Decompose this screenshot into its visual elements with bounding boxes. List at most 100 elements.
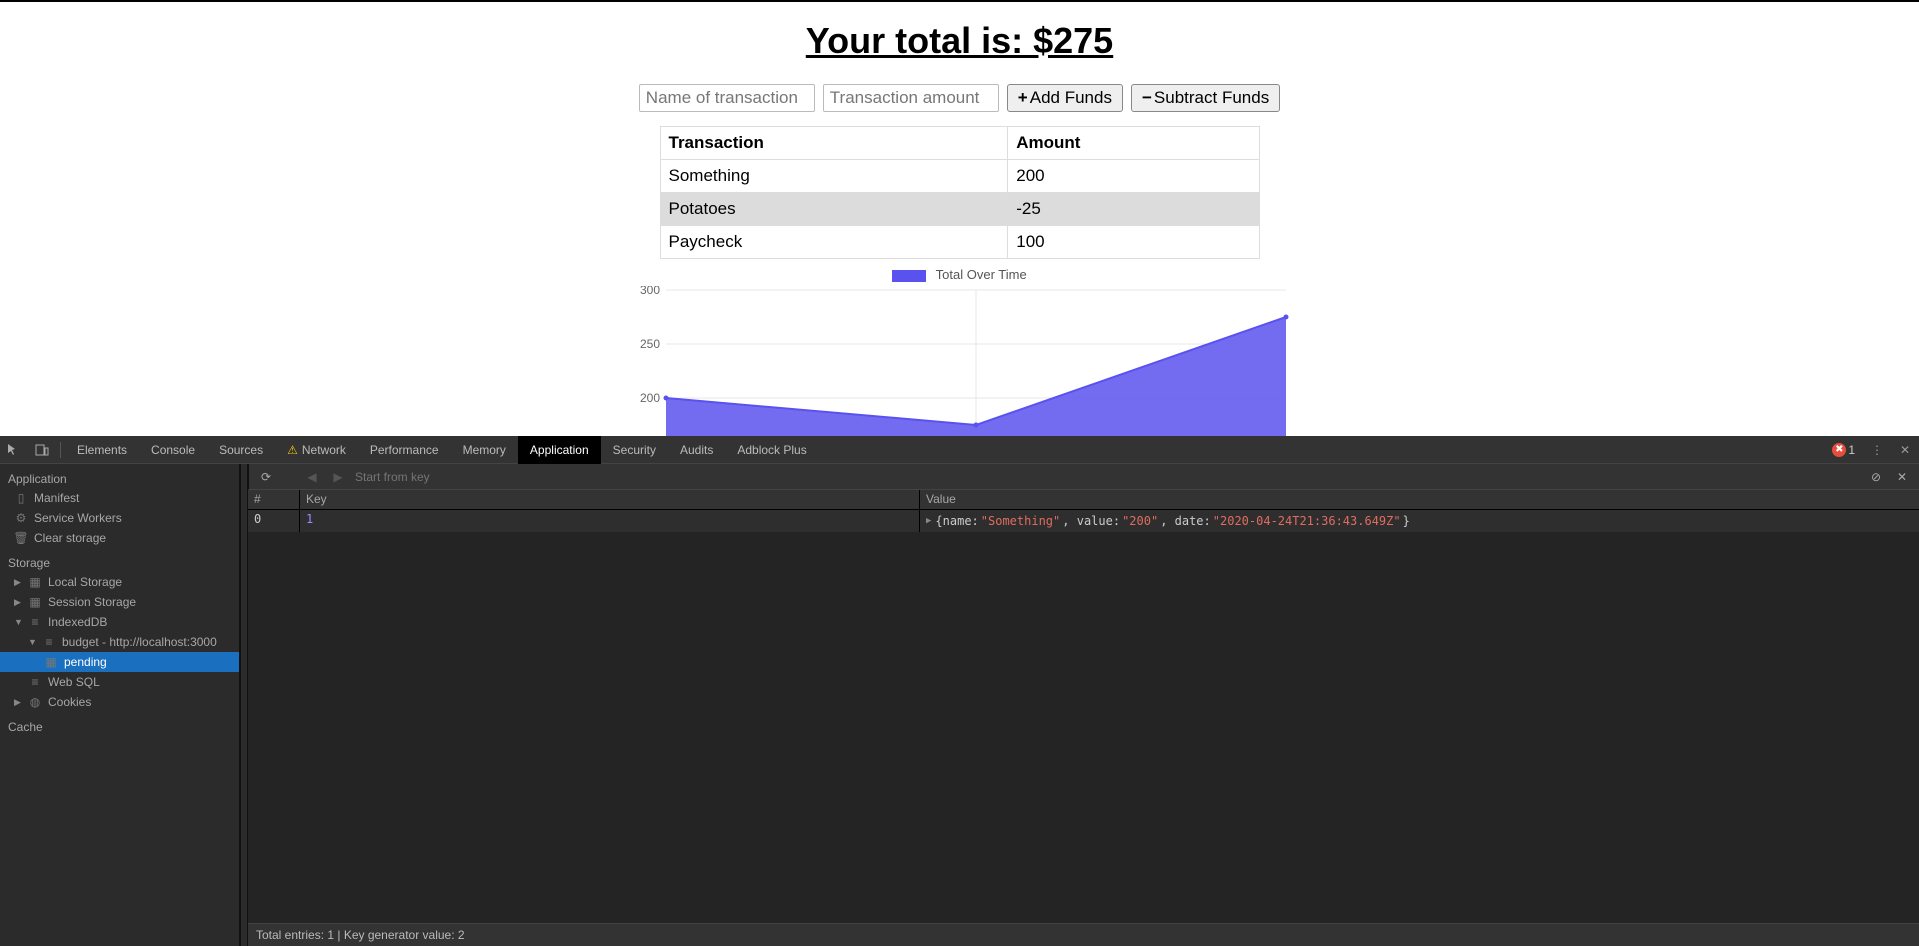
add-funds-button[interactable]: + Add Funds: [1007, 84, 1123, 112]
tab-application[interactable]: Application: [518, 436, 601, 464]
grid-icon: ▦: [28, 575, 42, 589]
sidebar-item-budget-db[interactable]: ▼ ≡ budget - http://localhost:3000: [0, 632, 239, 652]
idb-header: # Key Value: [248, 490, 1919, 510]
transaction-name-input[interactable]: [639, 84, 815, 112]
gear-icon: ⚙: [14, 511, 28, 525]
refresh-icon[interactable]: ⟳: [257, 470, 275, 484]
tx-name: Paycheck: [660, 226, 1008, 259]
devtools: ElementsConsoleSourcesNetworkPerformance…: [0, 436, 1919, 946]
label: Manifest: [34, 491, 79, 505]
label: Clear storage: [34, 531, 106, 545]
delete-icon[interactable]: ✕: [1893, 470, 1911, 484]
sidebar-item-websql[interactable]: ≡ Web SQL: [0, 672, 239, 692]
clear-icon[interactable]: ⊘: [1867, 470, 1885, 484]
table-row: Paycheck 100: [660, 226, 1259, 259]
kebab-icon[interactable]: ⋮: [1863, 436, 1891, 464]
chevron-down-icon: ▼: [28, 637, 36, 647]
label: Session Storage: [48, 595, 136, 609]
col-index[interactable]: #: [248, 490, 300, 509]
tab-elements[interactable]: Elements: [65, 436, 139, 464]
cell-index: 0: [248, 510, 300, 532]
sidebar-item-service-workers[interactable]: ⚙ Service Workers: [0, 508, 239, 528]
add-funds-label: Add Funds: [1030, 88, 1112, 108]
sidebar-item-cookies[interactable]: ▶ ◍ Cookies: [0, 692, 239, 712]
transaction-amount-input[interactable]: [823, 84, 999, 112]
cell-key: 1: [300, 510, 920, 532]
next-page-icon[interactable]: ▶: [329, 470, 347, 484]
tab-sources[interactable]: Sources: [207, 436, 275, 464]
chevron-right-icon: ▶: [14, 697, 22, 708]
close-icon[interactable]: ✕: [1891, 436, 1919, 464]
plus-icon: +: [1018, 88, 1028, 108]
application-sidebar: Application ▯ Manifest ⚙ Service Workers…: [0, 464, 240, 946]
tab-console[interactable]: Console: [139, 436, 207, 464]
devtools-tabs: ElementsConsoleSourcesNetworkPerformance…: [0, 436, 1919, 464]
sidebar-item-clear-storage[interactable]: 🗑 Clear storage: [0, 528, 239, 548]
sidebar-item-indexeddb[interactable]: ▼ ≡ IndexedDB: [0, 612, 239, 632]
sidebar-item-local-storage[interactable]: ▶ ▦ Local Storage: [0, 572, 239, 592]
legend-swatch: [892, 270, 926, 282]
table-row: Potatoes -25: [660, 193, 1259, 226]
chevron-right-icon: ▶: [926, 516, 931, 526]
svg-text:200: 200: [639, 391, 659, 405]
tx-amount: 100: [1008, 226, 1259, 259]
svg-text:250: 250: [639, 337, 659, 351]
label: IndexedDB: [48, 615, 107, 629]
start-from-key-input[interactable]: [355, 470, 1859, 484]
minus-icon: −: [1142, 88, 1152, 108]
label: budget - http://localhost:3000: [62, 635, 217, 649]
database-icon: ≡: [28, 675, 42, 689]
transaction-form: + Add Funds − Subtract Funds: [0, 84, 1919, 112]
inspect-icon[interactable]: [0, 436, 28, 464]
tab-performance[interactable]: Performance: [358, 436, 451, 464]
database-icon: ≡: [28, 615, 42, 629]
grid-icon: ▦: [28, 595, 42, 609]
chart-canvas: 200 250 300: [630, 286, 1290, 436]
sidebar-item-manifest[interactable]: ▯ Manifest: [0, 488, 239, 508]
table-row: Something 200: [660, 160, 1259, 193]
sidebar-resize-handle[interactable]: [240, 464, 248, 946]
section-cache: Cache: [0, 712, 239, 736]
label: Local Storage: [48, 575, 122, 589]
legend-label: Total Over Time: [936, 267, 1027, 282]
chevron-down-icon: ▼: [14, 617, 22, 627]
tab-memory[interactable]: Memory: [451, 436, 518, 464]
chevron-right-icon: ▶: [14, 577, 22, 588]
trash-icon: 🗑: [14, 531, 28, 545]
total-heading: Your total is: $275: [0, 20, 1919, 62]
idb-panel: ⟳ ◀ ▶ ⊘ ✕ # Key Value 0 1 ▶ {name: "Some…: [248, 464, 1919, 946]
col-transaction: Transaction: [660, 127, 1008, 160]
cookie-icon: ◍: [28, 695, 42, 709]
prev-page-icon[interactable]: ◀: [303, 470, 321, 484]
subtract-funds-label: Subtract Funds: [1154, 88, 1269, 108]
section-storage: Storage: [0, 548, 239, 572]
label: Web SQL: [48, 675, 100, 689]
col-value[interactable]: Value: [920, 490, 1919, 509]
sidebar-item-pending[interactable]: ▦ pending: [0, 652, 239, 672]
section-application: Application: [0, 464, 239, 488]
idb-row[interactable]: 0 1 ▶ {name: "Something" , value: "200" …: [248, 510, 1919, 532]
tab-network[interactable]: Network: [275, 436, 358, 464]
grid-icon: ▦: [44, 655, 58, 669]
error-badge[interactable]: ✖: [1832, 443, 1846, 457]
label: Service Workers: [34, 511, 122, 525]
tx-name: Something: [660, 160, 1008, 193]
chevron-right-icon: ▶: [14, 597, 22, 608]
tab-security[interactable]: Security: [601, 436, 668, 464]
budget-app: Your total is: $275 + Add Funds − Subtra…: [0, 0, 1919, 436]
col-key[interactable]: Key: [300, 490, 920, 509]
chart: Total Over Time 200 250 300: [630, 267, 1290, 436]
transactions-table: Transaction Amount Something 200 Potatoe…: [660, 126, 1260, 259]
file-icon: ▯: [14, 491, 28, 505]
svg-text:300: 300: [639, 286, 659, 297]
database-icon: ≡: [42, 635, 56, 649]
tab-audits[interactable]: Audits: [668, 436, 725, 464]
subtract-funds-button[interactable]: − Subtract Funds: [1131, 84, 1280, 112]
chart-legend: Total Over Time: [630, 267, 1290, 282]
cell-value: ▶ {name: "Something" , value: "200" , da…: [920, 510, 1919, 532]
tab-adblock-plus[interactable]: Adblock Plus: [725, 436, 818, 464]
label: pending: [64, 655, 107, 669]
device-icon[interactable]: [28, 436, 56, 464]
sidebar-item-session-storage[interactable]: ▶ ▦ Session Storage: [0, 592, 239, 612]
error-count: 1: [1848, 443, 1855, 457]
